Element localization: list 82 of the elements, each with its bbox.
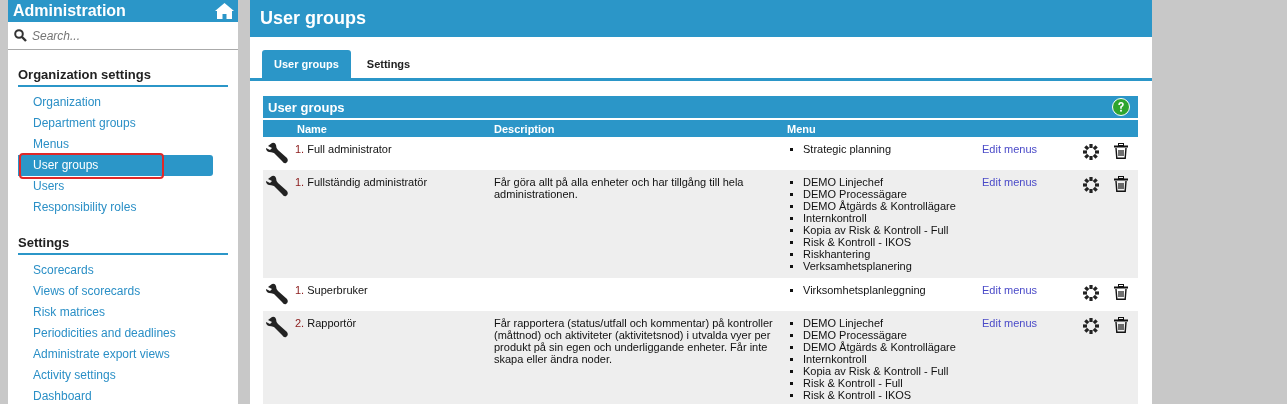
panel-title: User groups	[268, 99, 345, 115]
sidebar-link[interactable]: Administrate export views	[18, 344, 213, 365]
sidebar-link[interactable]: Responsibility roles	[18, 197, 213, 218]
bullet-icon	[790, 382, 793, 385]
menu-name: Verksamhetsplanering	[803, 260, 912, 272]
column-header: Name	[297, 122, 328, 135]
wrench-icon[interactable]	[266, 316, 290, 338]
spinner-icon[interactable]	[1082, 317, 1100, 335]
menu-name: Internkontroll	[803, 212, 867, 224]
bullet-icon	[790, 181, 793, 184]
bullet-icon	[790, 394, 793, 397]
sidebar-link[interactable]: Organization	[18, 92, 213, 113]
sidebar-link[interactable]: Views of scorecards	[18, 281, 213, 302]
menu-name: DEMO Åtgärds & Kontrollägare	[803, 341, 956, 353]
sidebar-link[interactable]: Menus	[18, 134, 213, 155]
sidebar-link[interactable]: Risk matrices	[18, 302, 213, 323]
bullet-icon	[790, 289, 793, 292]
trash-icon[interactable]	[1114, 317, 1128, 333]
edit-menus-link[interactable]: Edit menus	[982, 175, 1038, 188]
trash-icon[interactable]	[1114, 284, 1128, 300]
group-name: 1. Superbruker	[295, 283, 369, 296]
bullet-icon	[790, 346, 793, 349]
menu-name: DEMO Åtgärds & Kontrollägare	[803, 200, 956, 212]
menu-name: DEMO Processägare	[803, 188, 907, 200]
group-description: Får rapportera (status/utfall och kommentar) på kontroller (måttnod) och aktiviteter (aktivitetsnod) i utvalda vyer per produkt på sin egen och underliggande enheter. Får inte skapa eller ändra noder.	[494, 316, 774, 365]
menu-name: DEMO Processägare	[803, 329, 907, 341]
bullet-icon	[790, 217, 793, 220]
section-heading: Settings	[18, 218, 228, 255]
tab[interactable]: User groups	[262, 50, 351, 78]
bullet-icon	[790, 265, 793, 268]
group-name: 2. Rapportör	[295, 316, 358, 329]
menu-name: Risk & Kontroll - IKOS	[803, 389, 912, 401]
sidebar-link[interactable]: Scorecards	[18, 260, 213, 281]
menu-name: DEMO Linjechef	[803, 176, 884, 188]
wrench-icon[interactable]	[266, 175, 290, 197]
spinner-icon[interactable]	[1082, 176, 1100, 194]
sidebar-link[interactable]: Department groups	[18, 113, 213, 134]
page-title: User groups	[250, 0, 1152, 37]
section-heading: Organization settings	[18, 50, 228, 87]
sidebar-link[interactable]: Periodicities and deadlines	[18, 323, 213, 344]
wrench-icon[interactable]	[266, 142, 290, 164]
menu-name: Kopia av Risk & Kontroll - Full	[803, 224, 949, 236]
group-name: 1. Full administrator	[295, 142, 393, 155]
bullet-icon	[790, 205, 793, 208]
wrench-icon[interactable]	[266, 283, 290, 305]
bullet-icon	[790, 193, 793, 196]
column-header: Description	[494, 122, 556, 135]
edit-menus-link[interactable]: Edit menus	[982, 142, 1038, 155]
bullet-icon	[790, 334, 793, 337]
bullet-icon	[790, 148, 793, 151]
sidebar-title: Administration	[13, 2, 126, 20]
home-icon[interactable]	[215, 3, 234, 19]
bullet-icon	[790, 229, 793, 232]
spinner-icon[interactable]	[1082, 143, 1100, 161]
group-description: Får göra allt på alla enheter och har tillgång till hela administrationen.	[494, 175, 745, 200]
search-icon	[14, 29, 27, 42]
column-header: Menu	[787, 122, 817, 135]
sidebar-link[interactable]: User groups	[18, 155, 213, 176]
tab[interactable]: Settings	[354, 50, 423, 78]
menu-name: Internkontroll	[803, 353, 867, 365]
bullet-icon	[790, 322, 793, 325]
edit-menus-link[interactable]: Edit menus	[982, 283, 1038, 296]
bullet-icon	[790, 253, 793, 256]
bullet-icon	[790, 358, 793, 361]
bullet-icon	[790, 370, 793, 373]
sidebar-link[interactable]: Dashboard	[18, 386, 213, 404]
trash-icon[interactable]	[1114, 176, 1128, 192]
spinner-icon[interactable]	[1082, 284, 1100, 302]
menu-name: DEMO Linjechef	[803, 317, 884, 329]
sidebar-link[interactable]: Activity settings	[18, 365, 213, 386]
menu-name: Riskhantering	[803, 248, 871, 260]
menu-name: Risk & Kontroll - Full	[803, 377, 903, 389]
menu-name: Virksomhetsplanleggning	[803, 284, 926, 296]
trash-icon[interactable]	[1114, 143, 1128, 159]
menu-name: Strategic planning	[803, 143, 892, 155]
group-name: 1. Fullständig administratör	[295, 175, 429, 188]
sidebar-link[interactable]: Users	[18, 176, 213, 197]
help-icon[interactable]	[1112, 98, 1130, 116]
edit-menus-link[interactable]: Edit menus	[982, 316, 1038, 329]
bullet-icon	[790, 241, 793, 244]
menu-name: Kopia av Risk & Kontroll - Full	[803, 365, 949, 377]
menu-name: Risk & Kontroll - IKOS	[803, 236, 912, 248]
